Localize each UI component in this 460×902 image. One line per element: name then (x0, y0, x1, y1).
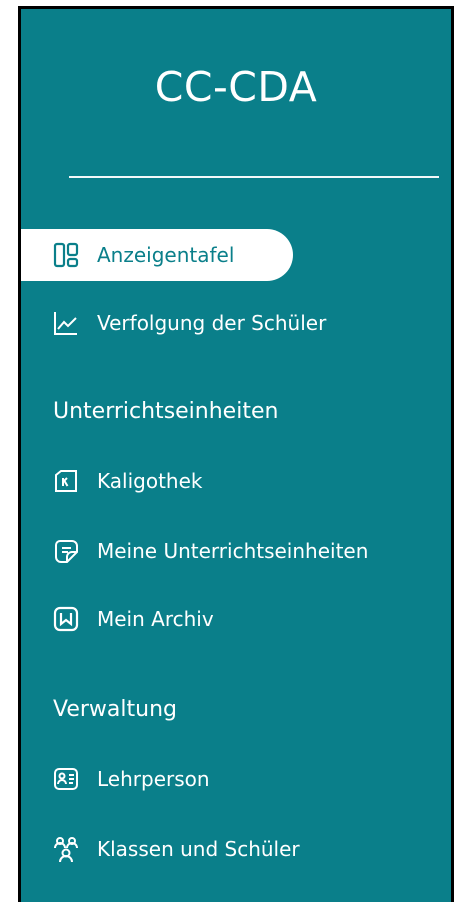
nav-item-label: Mein Archiv (97, 607, 214, 631)
brand-title: CC-CDA (154, 63, 318, 111)
sticker-icon (51, 536, 81, 566)
people-group-icon (51, 834, 81, 864)
nav-item-lehrperson[interactable]: Lehrperson (21, 753, 210, 805)
nav-item-verfolgung[interactable]: Verfolgung der Schüler (21, 297, 326, 349)
nav-item-label: Anzeigentafel (97, 243, 235, 267)
nav-item-klassen-und-schueler[interactable]: Klassen und Schüler (21, 823, 300, 875)
divider (69, 176, 439, 178)
nav-item-label: Meine Unterrichtseinheiten (97, 539, 369, 563)
chart-line-icon (51, 308, 81, 338)
section-title-verwaltung: Verwaltung (53, 697, 177, 722)
nav-item-anzeigentafel[interactable]: Anzeigentafel (21, 229, 293, 281)
archive-book-icon (51, 604, 81, 634)
nav-item-kaligothek[interactable]: Kaligothek (21, 455, 202, 507)
nav-item-label: Verfolgung der Schüler (97, 311, 327, 335)
section-title-unterrichtseinheiten: Unterrichtseinheiten (53, 399, 279, 424)
kaligothek-icon (51, 466, 81, 496)
nav-item-label: Lehrperson (97, 767, 210, 791)
nav-item-label: Klassen und Schüler (97, 837, 300, 861)
nav-item-label: Kaligothek (97, 469, 203, 493)
nav-item-meine-unterrichtseinheiten[interactable]: Meine Unterrichtseinheiten (21, 525, 368, 577)
sidebar: CC-CDA Anzeigentafel Verfolgung der Schü… (18, 6, 454, 902)
nav-item-mein-archiv[interactable]: Mein Archiv (21, 593, 214, 645)
id-card-icon (51, 764, 81, 794)
dashboard-icon (51, 240, 81, 270)
